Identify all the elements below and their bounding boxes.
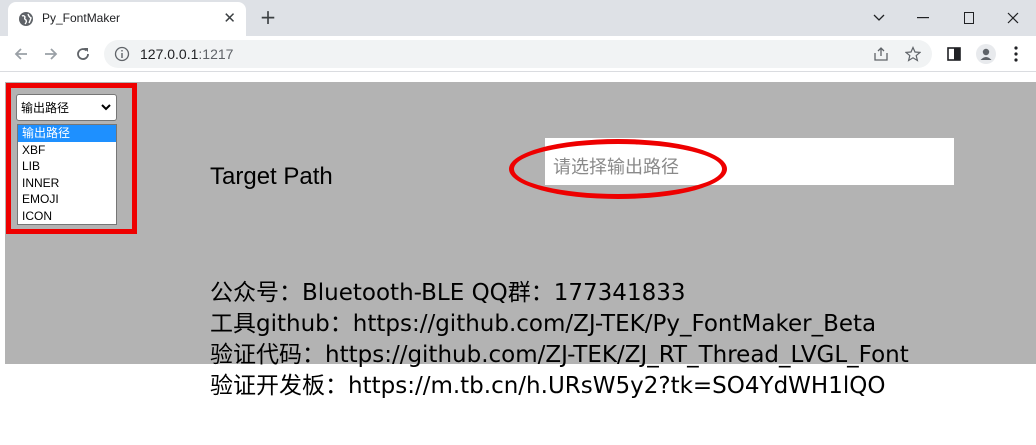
tab-strip: Py_FontMaker ✕ +: [0, 0, 1036, 36]
page-content: 输出路径 输出路径 XBF LIB INNER EMOJI ICON Targe…: [0, 73, 1036, 445]
close-window-icon[interactable]: [990, 0, 1036, 36]
bookmark-star-icon[interactable]: [904, 45, 922, 63]
share-icon[interactable]: [872, 45, 890, 63]
verify-code-line: 验证代码：https://github.com/ZJ-TEK/ZJ_RT_Thr…: [210, 342, 909, 368]
close-tab-icon[interactable]: ✕: [223, 10, 236, 26]
dev-board-line: 验证开发板：https://m.tb.cn/h.URsW5y2?tk=SO4Yd…: [210, 373, 886, 399]
tab-search-icon[interactable]: [856, 0, 902, 36]
highlight-ellipse: [509, 139, 727, 199]
reload-icon[interactable]: [70, 41, 96, 67]
target-path-label: Target Path: [210, 163, 333, 190]
info-icon[interactable]: [114, 46, 130, 62]
highlight-box: [6, 83, 137, 234]
minimize-icon[interactable]: [900, 0, 946, 36]
browser-toolbar: 127.0.0.1:1217: [0, 36, 1036, 72]
tab-title: Py_FontMaker: [42, 11, 121, 25]
globe-icon: [19, 12, 33, 26]
profile-avatar-icon[interactable]: [976, 44, 996, 64]
new-tab-icon[interactable]: +: [257, 6, 279, 28]
browser-tab[interactable]: Py_FontMaker ✕: [8, 2, 246, 36]
back-icon[interactable]: [8, 41, 34, 67]
forward-icon[interactable]: [38, 41, 64, 67]
info-text: 公众号：Bluetooth-BLE QQ群：177341833 工具github…: [210, 278, 909, 402]
menu-icon[interactable]: [1006, 44, 1026, 64]
wechat-qq-line: 公众号：Bluetooth-BLE QQ群：177341833: [210, 280, 686, 306]
maximize-icon[interactable]: [946, 0, 992, 36]
side-panel-icon[interactable]: [944, 44, 964, 64]
address-bar[interactable]: 127.0.0.1:1217: [104, 40, 932, 68]
tool-github-line: 工具github：https://github.com/ZJ-TEK/Py_Fo…: [210, 311, 877, 337]
url-text: 127.0.0.1:1217: [140, 46, 234, 62]
